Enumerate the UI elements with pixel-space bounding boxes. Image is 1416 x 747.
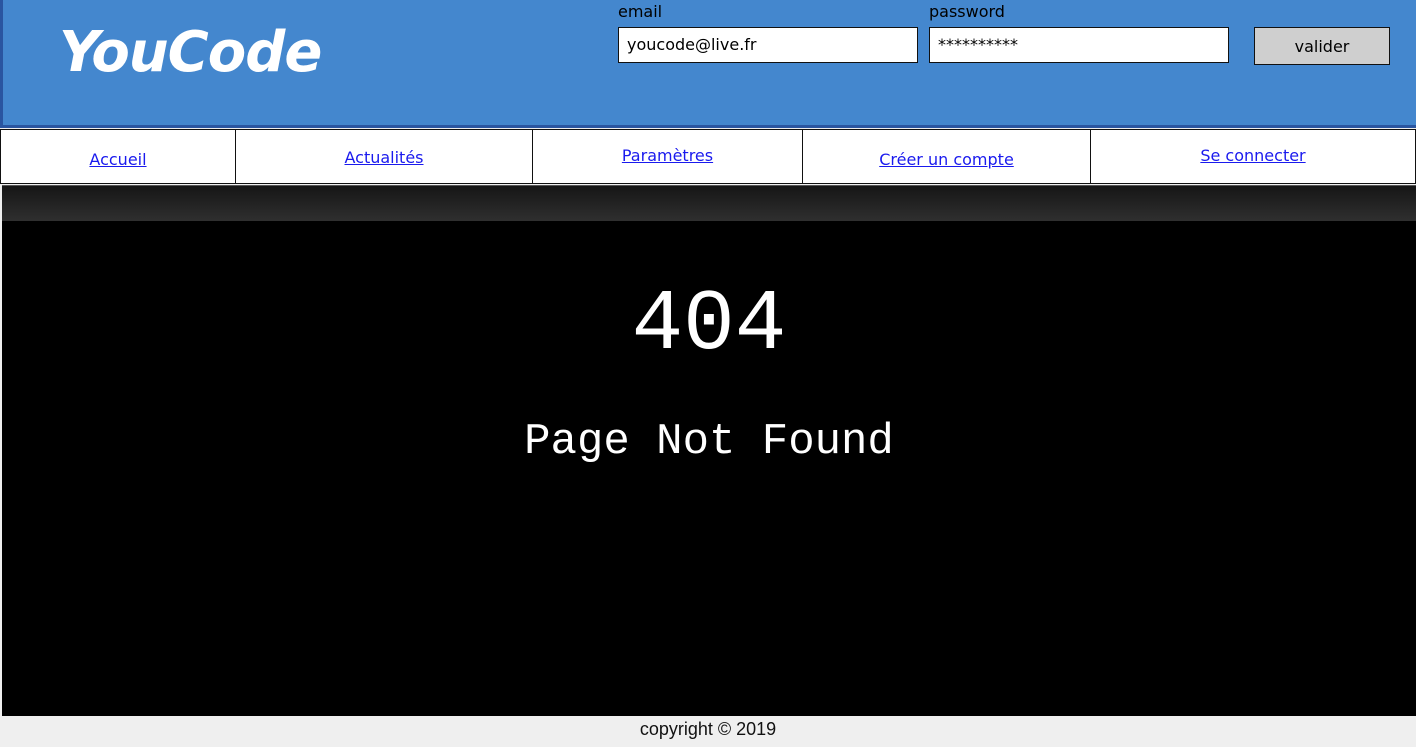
nav-link-se-connecter[interactable]: Se connecter (1200, 146, 1305, 165)
error-panel: 404 Page Not Found (2, 221, 1416, 716)
password-label: password (929, 2, 1005, 21)
main-nav: Accueil Actualités Paramètres Créer un c… (0, 129, 1416, 184)
nav-item-parametres[interactable]: Paramètres (532, 129, 803, 184)
error-message: Page Not Found (524, 417, 894, 467)
nav-item-se-connecter[interactable]: Se connecter (1090, 129, 1416, 184)
nav-link-accueil[interactable]: Accueil (89, 150, 146, 169)
email-field[interactable]: youcode@live.fr (618, 27, 918, 63)
nav-link-parametres[interactable]: Paramètres (622, 146, 713, 165)
nav-item-actualites[interactable]: Actualités (235, 129, 533, 184)
sub-header-bar (2, 185, 1416, 221)
footer-copyright: copyright © 2019 (0, 716, 1416, 747)
error-code: 404 (631, 276, 787, 374)
password-field[interactable]: ********** (929, 27, 1229, 63)
site-logo[interactable]: YouCode (59, 20, 322, 85)
nav-link-creer-compte[interactable]: Créer un compte (879, 150, 1014, 169)
email-label: email (618, 2, 663, 21)
valider-button[interactable]: valider (1254, 27, 1390, 65)
nav-link-actualites[interactable]: Actualités (344, 148, 423, 167)
site-header: YouCode email youcode@live.fr password *… (0, 0, 1416, 128)
nav-item-accueil[interactable]: Accueil (0, 129, 236, 184)
nav-item-creer-compte[interactable]: Créer un compte (802, 129, 1091, 184)
